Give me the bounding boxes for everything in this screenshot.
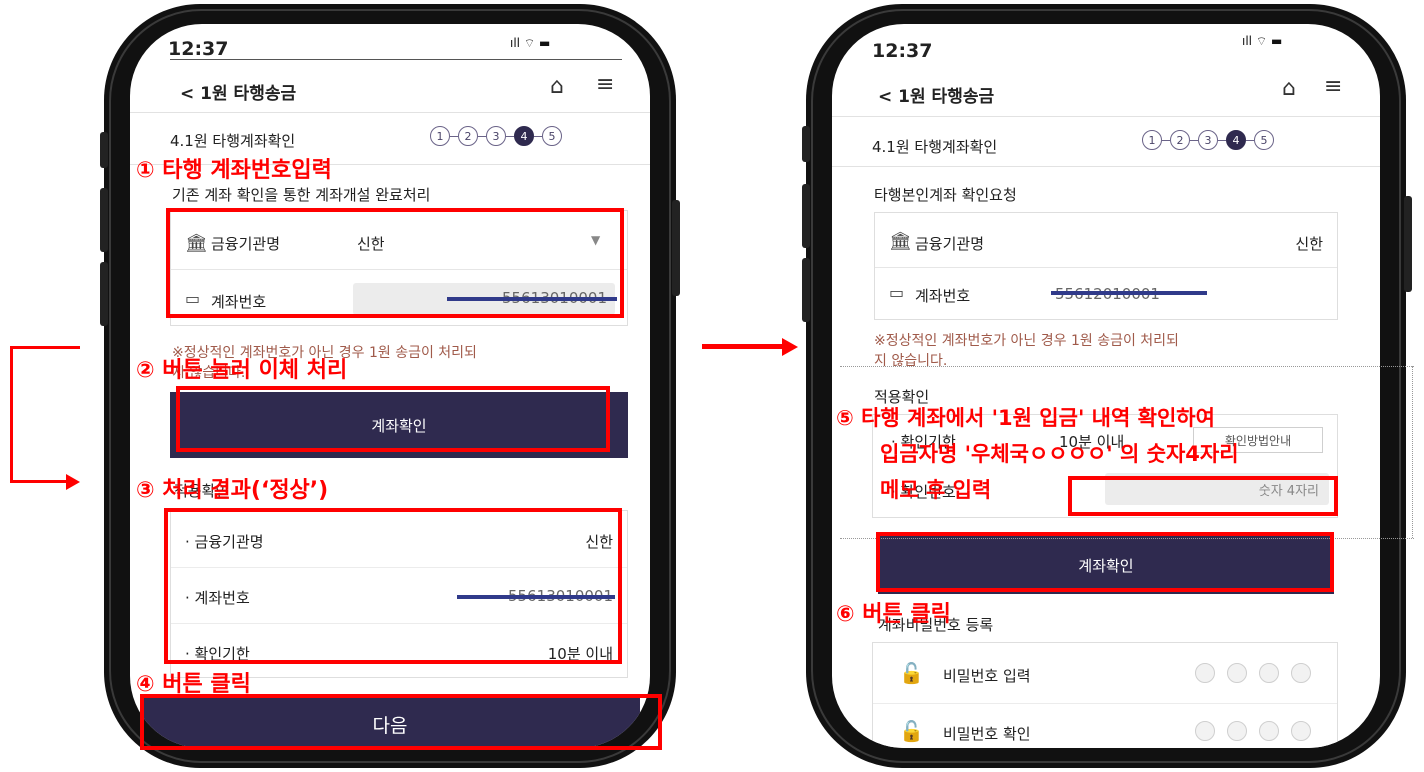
bracket-arrow-top — [10, 346, 80, 349]
request-title: 타행본인계좌 확인요청 — [874, 186, 1017, 204]
pw-input-dots[interactable] — [1195, 663, 1311, 683]
highlight-result — [164, 508, 622, 664]
right-phone-frame: 12:37 ıll ⌔ ▬ < 1원 타행송금 ⌂ ≡ 4.1원 타행계좌확인 … — [806, 4, 1406, 768]
step-4: 4 — [514, 126, 534, 146]
step-indicator: 1 2 3 4 5 — [1142, 130, 1274, 150]
annotation-5-line3: 메모 후 입력 — [880, 478, 992, 502]
highlight-verify-input — [1068, 476, 1338, 516]
annotation-6: ⑥ 버튼 클릭 — [836, 602, 951, 627]
status-icons: ıll ⌔ ▬ — [1242, 34, 1282, 49]
lock-icon: 🔓 — [899, 661, 924, 685]
wifi-icon: ⌔ — [523, 36, 536, 50]
battery-icon: ▬ — [1270, 34, 1283, 48]
step-title: 4.1원 타행계좌확인 — [872, 138, 998, 156]
step-3: 3 — [1198, 130, 1218, 150]
notice-line1: ※정상적인 계좌번호가 아닌 경우 1원 송금이 처리되 — [874, 333, 1179, 349]
desc-text: 기존 계좌 확인을 통한 계좌개설 완료처리 — [172, 186, 431, 204]
step-5: 5 — [542, 126, 562, 146]
annotation-5-line2: 입금자명 '우체국ㅇㅇㅇㅇ' 의 숫자4자리 — [880, 442, 1239, 466]
home-icon[interactable]: ⌂ — [1282, 76, 1296, 101]
highlight-right-confirm — [876, 532, 1334, 592]
highlight-next-button — [140, 694, 662, 750]
annotation-4: ④ 버튼 클릭 — [136, 672, 251, 697]
status-time: 12:37 — [168, 38, 229, 60]
bracket-arrow-bottom — [10, 480, 68, 483]
pw-confirm-label: 비밀번호 확인 — [943, 725, 1031, 743]
right-phone-screen: 12:37 ıll ⌔ ▬ < 1원 타행송금 ⌂ ≡ 4.1원 타행계좌확인 … — [832, 24, 1380, 748]
highlight-confirm-button — [176, 386, 610, 452]
dotted-guide-right — [1412, 366, 1413, 538]
step-indicator: 1 2 3 4 5 — [430, 126, 562, 146]
menu-icon[interactable]: ≡ — [1324, 74, 1342, 99]
status-time: 12:37 — [872, 40, 933, 62]
step-5: 5 — [1254, 130, 1274, 150]
step-2: 2 — [1170, 130, 1190, 150]
bank-label: 금융기관명 — [915, 235, 985, 253]
bracket-arrow-vertical — [10, 346, 13, 482]
step-2: 2 — [458, 126, 478, 146]
pw-input-label: 비밀번호 입력 — [943, 667, 1031, 685]
back-title[interactable]: < 1원 타행송금 — [180, 79, 296, 104]
arrow-head-icon — [66, 474, 80, 490]
status-underline — [170, 59, 622, 60]
step-1: 1 — [430, 126, 450, 146]
annotation-5-line1: ⑤ 타행 계좌에서 '1원 입금' 내역 확인하여 — [836, 406, 1215, 430]
masked-account — [1051, 291, 1207, 295]
center-arrow-head-icon — [782, 338, 798, 356]
signal-icon: ıll — [1242, 34, 1253, 48]
highlight-account-input — [166, 208, 624, 318]
bank-icon: 🏛 — [889, 231, 912, 252]
annotation-2: ② 버튼 눌러 이체 처리 — [136, 358, 348, 383]
step-3: 3 — [486, 126, 506, 146]
pw-confirm-dots[interactable] — [1195, 721, 1311, 741]
annotation-1: ① 타행 계좌번호입력 — [136, 158, 332, 183]
step-4: 4 — [1226, 130, 1246, 150]
header-divider — [130, 112, 650, 113]
menu-icon[interactable]: ≡ — [596, 72, 614, 97]
back-title[interactable]: < 1원 타행송금 — [878, 82, 994, 107]
account-icon: ▭ — [889, 283, 905, 302]
account-info-card: 🏛 금융기관명 신한 ▭ 계좌번호 55612010001 — [874, 212, 1338, 320]
center-arrow-line — [702, 344, 784, 349]
wifi-icon: ⌔ — [1255, 34, 1268, 48]
dotted-guide-top — [840, 366, 1414, 367]
annotation-3: ③ 처리 결과(‘정상’) — [136, 478, 329, 503]
step-title: 4.1원 타행계좌확인 — [170, 132, 296, 150]
account-label: 계좌번호 — [915, 287, 971, 305]
bank-value: 신한 — [1295, 235, 1323, 253]
battery-icon: ▬ — [538, 36, 551, 50]
signal-icon: ıll — [510, 36, 521, 50]
home-icon[interactable]: ⌂ — [550, 74, 564, 99]
status-icons: ıll ⌔ ▬ — [510, 36, 550, 51]
notice-line2: 지 않습니다. — [874, 353, 948, 369]
lock-icon: 🔓 — [899, 719, 924, 743]
password-card: 🔓 비밀번호 입력 🔓 비밀번호 확인 — [872, 642, 1338, 748]
step-1: 1 — [1142, 130, 1162, 150]
